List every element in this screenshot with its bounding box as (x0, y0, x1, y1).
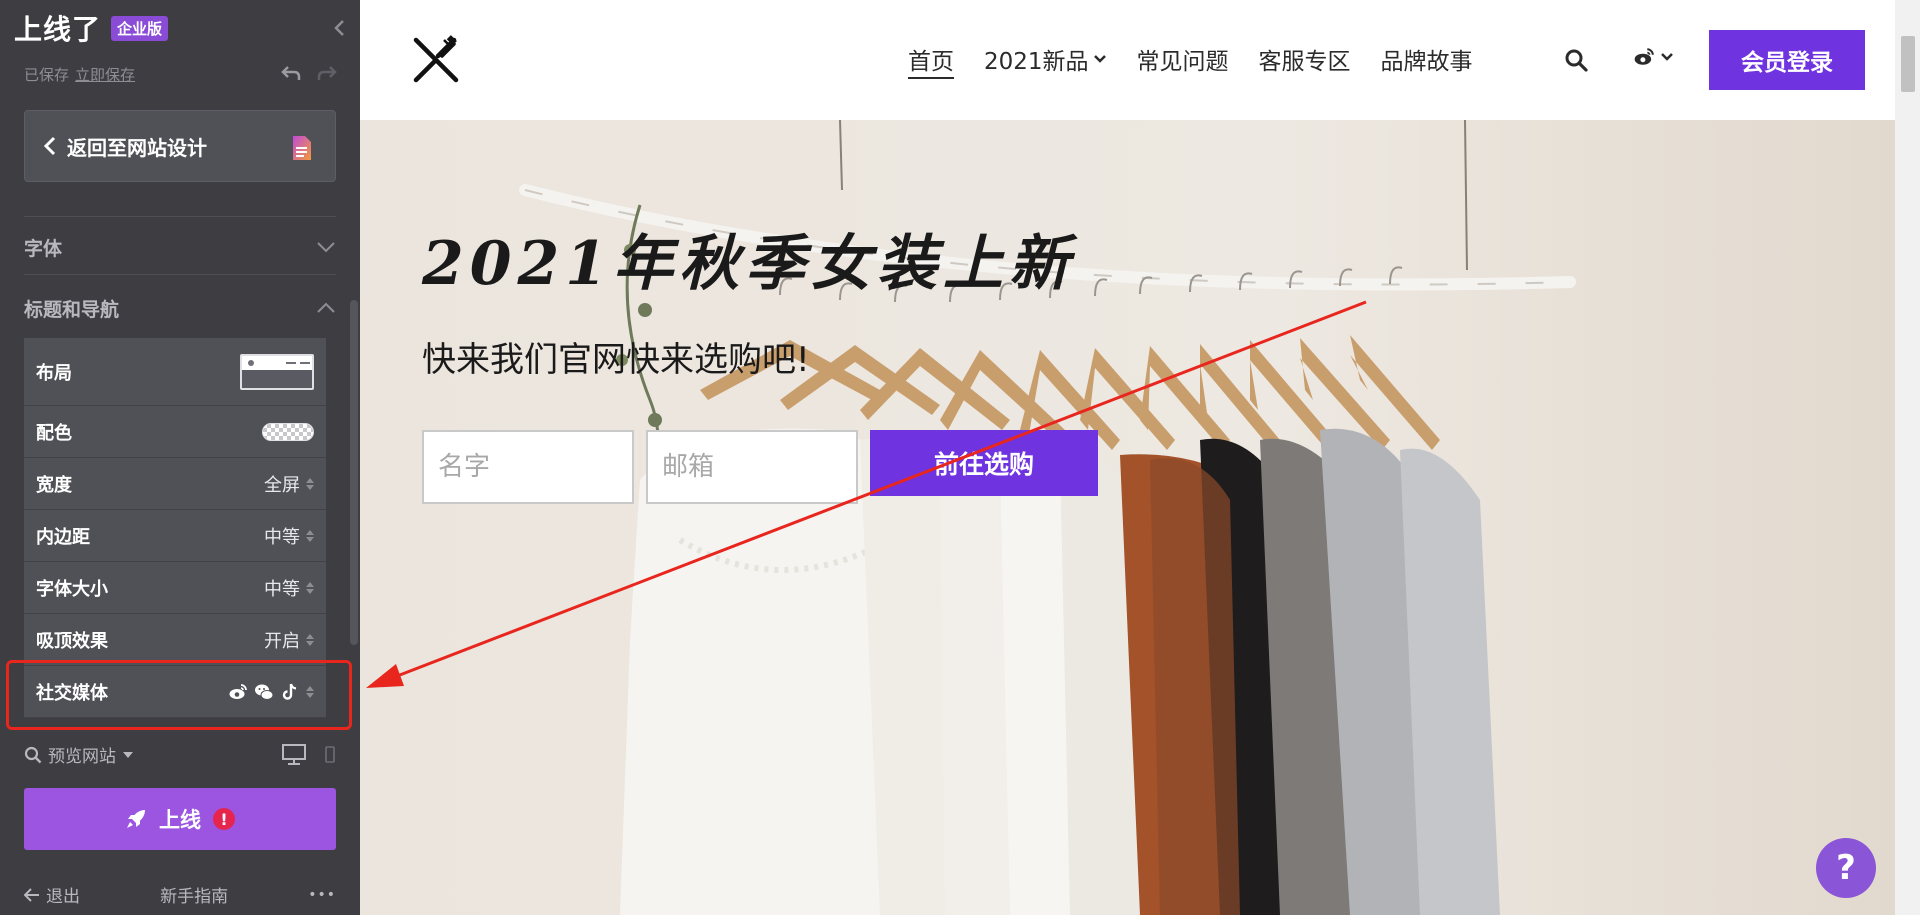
chevron-left-icon (43, 136, 56, 156)
stepper-icon (306, 581, 314, 594)
divider (24, 216, 336, 217)
site-navbar: 首页 2021新品 常见问题 客服专区 品牌故事 会员登录 (360, 0, 1895, 120)
nav-link-faq[interactable]: 常见问题 (1137, 42, 1229, 76)
nav-link-label: 2021新品 (984, 49, 1089, 75)
nav-links: 首页 2021新品 常见问题 客服专区 品牌故事 (908, 42, 1473, 76)
desktop-icon[interactable] (282, 743, 306, 766)
sidebar-footer: 退出 新手指南 ••• (24, 882, 336, 907)
more-options-icon[interactable]: ••• (308, 887, 336, 903)
document-icon (293, 136, 311, 160)
shop-now-button[interactable]: 前往选购 (870, 430, 1098, 496)
section-font[interactable]: 字体 (24, 232, 336, 262)
setting-padding[interactable]: 内边距 中等 (24, 510, 326, 562)
brand-logo: 上线了 (14, 13, 102, 46)
arrow-left-icon (24, 887, 39, 902)
member-login-button[interactable]: 会员登录 (1709, 30, 1865, 90)
exit-button[interactable]: 退出 (24, 882, 80, 907)
site-preview: 首页 2021新品 常见问题 客服专区 品牌故事 会员登录 2021年秋季女装上… (360, 0, 1920, 915)
rocket-icon (127, 810, 145, 828)
section-font-label: 字体 (24, 237, 63, 260)
hero-banner: 2021年秋季女装上新 快来我们官网快来选购吧! 前往选购 (360, 120, 1895, 915)
preview-site-label: 预览网站 (48, 747, 116, 767)
save-status: 已保存 (24, 66, 70, 84)
chevron-down-icon (1661, 53, 1673, 61)
alert-badge: ! (213, 808, 235, 830)
chevron-down-icon (317, 242, 335, 253)
chevron-up-icon (317, 302, 335, 313)
preview-row: 预览网站 (24, 742, 336, 767)
setting-label: 宽度 (36, 474, 72, 496)
page-scrollbar[interactable] (1895, 0, 1920, 915)
setting-value: 中等 (264, 526, 300, 548)
setting-label: 配色 (36, 422, 72, 444)
redo-icon[interactable] (316, 62, 338, 84)
help-button[interactable]: ? (1816, 838, 1876, 898)
sidebar-scrollbar[interactable] (350, 300, 358, 645)
guide-link[interactable]: 新手指南 (160, 882, 228, 907)
annotation-highlight-box (6, 660, 352, 730)
sidebar-header: 上线了 企业版 (14, 8, 169, 48)
setting-label: 布局 (36, 362, 72, 384)
exit-label: 退出 (46, 887, 80, 907)
page-scrollbar-thumb[interactable] (1901, 36, 1915, 92)
back-to-design-button[interactable]: 返回至网站设计 (24, 110, 336, 182)
setting-font-size[interactable]: 字体大小 中等 (24, 562, 326, 614)
nav-link-home[interactable]: 首页 (908, 42, 954, 76)
color-swatch (262, 422, 314, 441)
stepper-icon (306, 477, 314, 490)
stepper-icon (306, 529, 314, 542)
weibo-dropdown[interactable] (1632, 46, 1674, 68)
setting-value: 中等 (264, 578, 300, 600)
setting-value: 全屏 (264, 474, 300, 496)
save-status-row: 已保存 立即保存 (24, 64, 135, 85)
name-input[interactable] (422, 430, 634, 504)
setting-value: 开启 (264, 630, 300, 652)
preview-site-toggle[interactable]: 预览网站 (24, 742, 134, 767)
undo-icon[interactable] (280, 62, 302, 84)
search-icon (24, 746, 42, 763)
nav-link-support[interactable]: 客服专区 (1259, 42, 1351, 76)
search-icon[interactable] (1564, 48, 1588, 72)
section-header-nav-label: 标题和导航 (24, 298, 120, 321)
weibo-icon (1634, 48, 1654, 65)
setting-layout[interactable]: 布局 (24, 338, 326, 406)
launch-button[interactable]: 上线 ! (24, 788, 336, 850)
setting-label: 吸顶效果 (36, 630, 108, 652)
signup-form: 前往选购 (422, 430, 1098, 504)
stepper-icon (306, 633, 314, 646)
caret-down-icon (123, 751, 133, 758)
nav-link-brand-story[interactable]: 品牌故事 (1381, 42, 1473, 76)
save-now-link[interactable]: 立即保存 (75, 64, 135, 85)
launch-label: 上线 (159, 808, 201, 832)
setting-sticky[interactable]: 吸顶效果 开启 (24, 614, 326, 666)
editor-sidebar: 上线了 企业版 已保存 立即保存 返回至网站设计 字体 标题和导航 布局 配色 … (0, 0, 360, 915)
undo-redo-group (280, 62, 338, 84)
setting-color[interactable]: 配色 (24, 406, 326, 458)
collapse-sidebar-icon[interactable] (330, 18, 350, 38)
divider (24, 274, 336, 275)
layout-thumbnail (240, 353, 314, 390)
setting-width[interactable]: 宽度 全屏 (24, 458, 326, 510)
back-to-design-label: 返回至网站设计 (67, 135, 207, 160)
hero-title: 2021年秋季女装上新 (422, 229, 1075, 299)
chevron-down-icon (1093, 55, 1106, 63)
nav-link-new-2021[interactable]: 2021新品 (984, 42, 1107, 76)
setting-label: 内边距 (36, 526, 90, 548)
section-header-nav[interactable]: 标题和导航 (24, 293, 336, 323)
hero-subtitle: 快来我们官网快来选购吧! (422, 340, 810, 380)
email-input[interactable] (646, 430, 858, 504)
edition-badge: 企业版 (111, 15, 169, 41)
mobile-icon[interactable] (324, 745, 336, 764)
fork-knife-logo-icon[interactable] (410, 34, 462, 86)
setting-label: 字体大小 (36, 578, 108, 600)
